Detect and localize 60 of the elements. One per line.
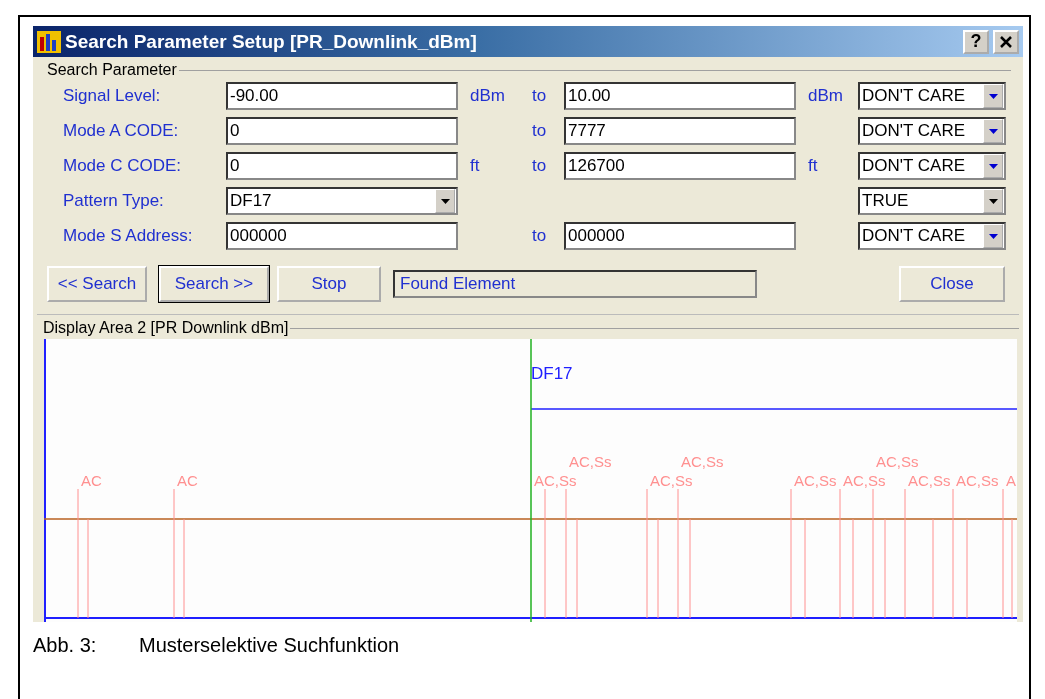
condition-dropdown[interactable]: DON'T CARE — [858, 117, 1006, 145]
close-button[interactable] — [993, 29, 1019, 54]
pulse-label: AC — [81, 472, 102, 489]
pulse-label: AC,Ss — [569, 453, 612, 470]
to-label: to — [532, 86, 547, 105]
search-button[interactable]: Stop — [277, 266, 381, 302]
unit-label: dBm — [470, 86, 505, 105]
pulse-label: AC,Ss — [794, 472, 837, 489]
field-label: Mode A CODE: — [63, 121, 180, 141]
input-field[interactable]: 7777 — [564, 117, 796, 145]
group-label: Search Parameter — [47, 61, 177, 79]
input-field[interactable]: -90.00 — [226, 82, 458, 110]
input-field[interactable]: 000000 — [226, 222, 458, 250]
status-field: Found Element — [393, 270, 757, 298]
caret-icon — [988, 198, 998, 204]
field-label: Mode C CODE: — [63, 156, 183, 176]
pulse-label: A — [1006, 472, 1016, 489]
input-field[interactable]: 0 — [226, 117, 458, 145]
search-button[interactable]: Search >> — [159, 266, 269, 302]
help-button[interactable]: ? — [963, 29, 989, 54]
caret-icon — [988, 163, 998, 169]
pulse-label: AC,Ss — [681, 453, 724, 470]
caret-icon — [988, 233, 998, 239]
pulse-label: AC,Ss — [843, 472, 886, 489]
caption-text: Musterselektive Suchfunktion — [139, 634, 400, 657]
caret-icon — [988, 93, 998, 99]
group-label: Display Area 2 [PR Downlink dBm] — [43, 319, 289, 337]
caption-number: Abb. 3: — [33, 634, 98, 657]
input-field[interactable]: 10.00 — [564, 82, 796, 110]
to-label: to — [532, 121, 547, 140]
input-field[interactable]: 000000 — [564, 222, 796, 250]
field-label: Mode S Address: — [63, 226, 194, 246]
condition-dropdown[interactable]: DON'T CARE — [858, 222, 1006, 250]
field-label: Pattern Type: — [63, 191, 165, 211]
condition-dropdown[interactable]: TRUE — [858, 187, 1006, 215]
unit-label: dBm — [808, 86, 843, 105]
condition-dropdown[interactable]: DON'T CARE — [858, 152, 1006, 180]
caret-icon — [988, 128, 998, 134]
close-icon — [1000, 35, 1012, 48]
input-field[interactable]: 126700 — [564, 152, 796, 180]
pattern-marker: DF17 — [531, 364, 573, 384]
input-field[interactable]: 0 — [226, 152, 458, 180]
pattern-dropdown[interactable]: DF17 — [226, 187, 458, 215]
unit-label: ft — [808, 156, 818, 175]
search-button[interactable]: << Search — [47, 266, 147, 302]
app-icon — [37, 30, 61, 53]
to-label: to — [532, 226, 547, 245]
pulse-label: AC,Ss — [876, 453, 919, 470]
pulse-label: AC,Ss — [650, 472, 693, 489]
pulse-label: AC — [177, 472, 198, 489]
to-label: to — [532, 156, 547, 175]
pulse-label: AC,Ss — [956, 472, 999, 489]
unit-label: ft — [470, 156, 480, 175]
condition-dropdown[interactable]: DON'T CARE — [858, 82, 1006, 110]
caret-icon — [440, 198, 450, 204]
field-label: Signal Level: — [63, 86, 162, 106]
pulse-label: AC,Ss — [908, 472, 951, 489]
close-dialog-button[interactable]: Close — [899, 266, 1005, 302]
pulse-label: AC,Ss — [534, 472, 577, 489]
window-title: Search Parameter Setup [PR_Downlink_dBm] — [65, 30, 477, 53]
